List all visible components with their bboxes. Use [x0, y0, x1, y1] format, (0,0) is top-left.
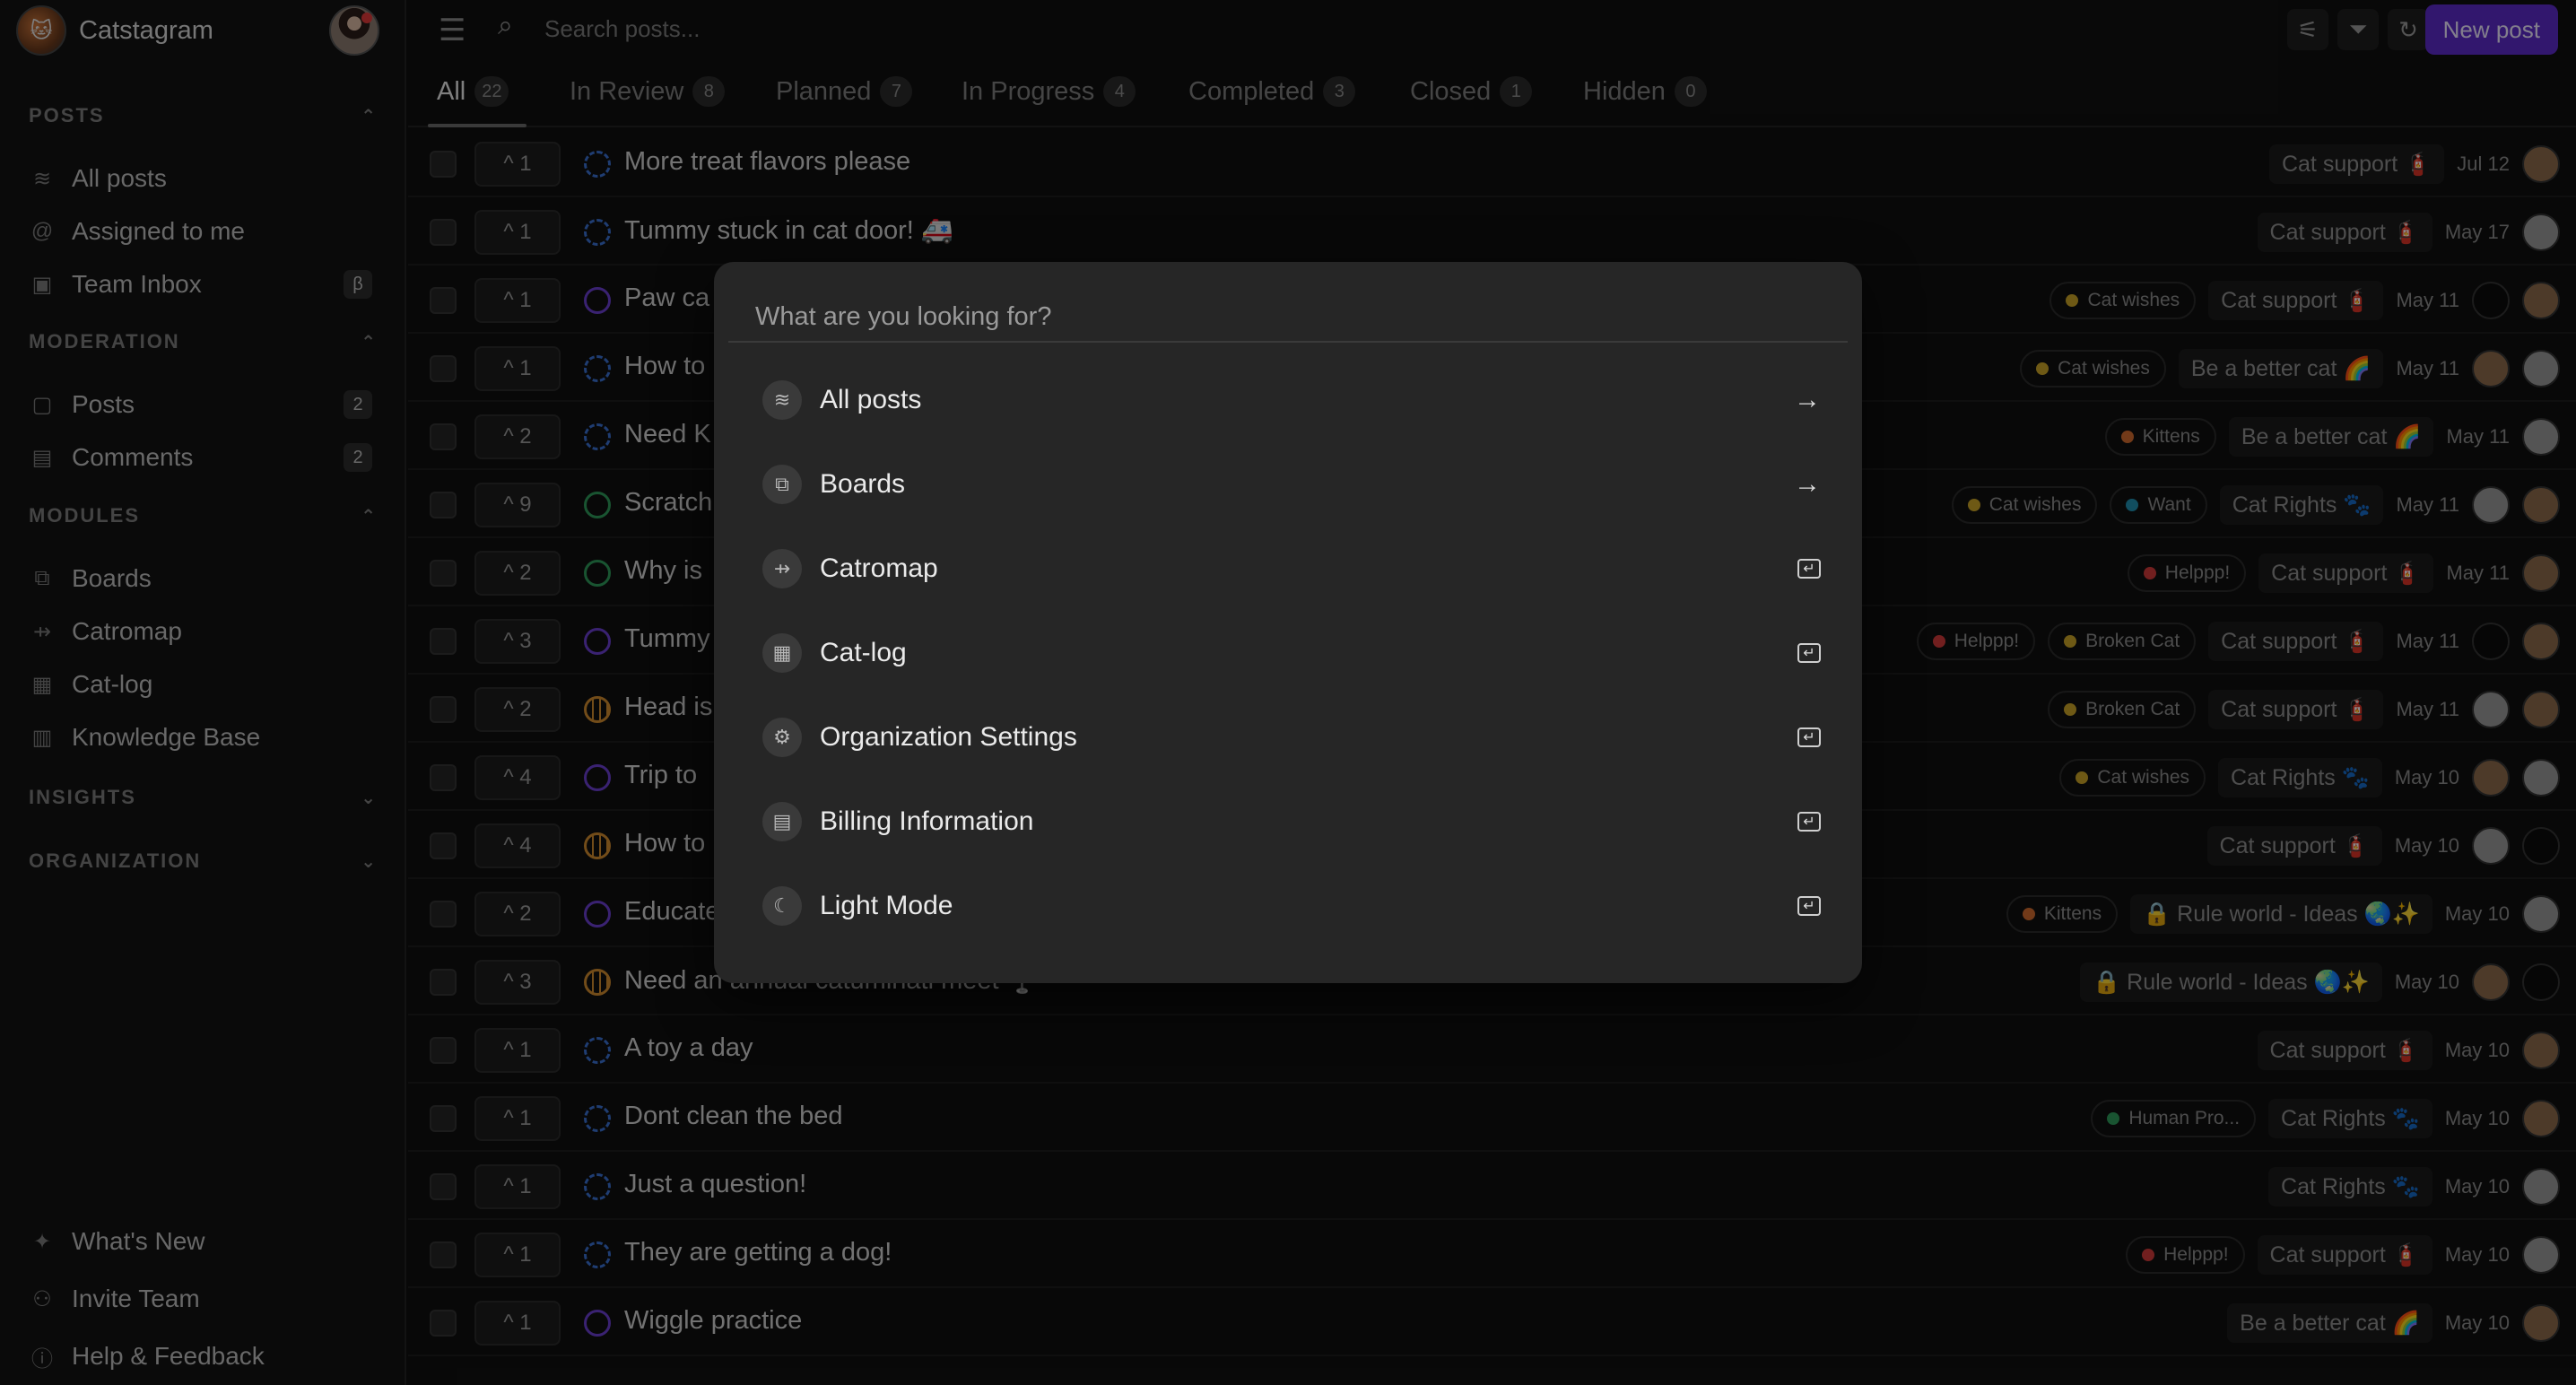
command-search-input[interactable]: [755, 294, 1814, 339]
rss-icon: ≋: [762, 380, 802, 420]
enter-key-icon: ↵: [1797, 812, 1821, 832]
gift-icon: ▦: [762, 633, 802, 673]
command-light-mode[interactable]: ☾ Light Mode ↵: [728, 870, 1848, 942]
command-billing-information[interactable]: ▤ Billing Information ↵: [728, 786, 1848, 858]
boards-icon: ⧉: [762, 465, 802, 504]
signpost-icon: ⇸: [762, 549, 802, 588]
command-label: Billing Information: [820, 806, 1034, 836]
arrow-right-icon: →: [1794, 469, 1821, 499]
command-boards[interactable]: ⧉ Boards →: [728, 449, 1848, 520]
command-label: Boards: [820, 469, 906, 499]
command-label: Organization Settings: [820, 722, 1077, 752]
command-catromap[interactable]: ⇸ Catromap ↵: [728, 533, 1848, 605]
command-all-posts[interactable]: ≋ All posts →: [728, 364, 1848, 436]
enter-key-icon: ↵: [1797, 559, 1821, 579]
command-cat-log[interactable]: ▦ Cat-log ↵: [728, 617, 1848, 689]
command-label: All posts: [820, 385, 922, 414]
divider: [728, 341, 1848, 343]
receipt-icon: ▤: [762, 802, 802, 841]
enter-key-icon: ↵: [1797, 727, 1821, 747]
enter-key-icon: ↵: [1797, 643, 1821, 663]
command-label: Cat-log: [820, 638, 907, 667]
command-organization-settings[interactable]: ⚙ Organization Settings ↵: [728, 701, 1848, 773]
enter-key-icon: ↵: [1797, 896, 1821, 916]
command-label: Catromap: [820, 553, 938, 583]
command-label: Light Mode: [820, 891, 953, 920]
arrow-right-icon: →: [1794, 385, 1821, 414]
moon-icon: ☾: [762, 886, 802, 926]
command-palette: ≋ All posts → ⧉ Boards → ⇸ Catromap ↵ ▦ Cat-log ↵ ⚙ O…: [714, 262, 1862, 983]
gear-icon: ⚙: [762, 718, 802, 757]
